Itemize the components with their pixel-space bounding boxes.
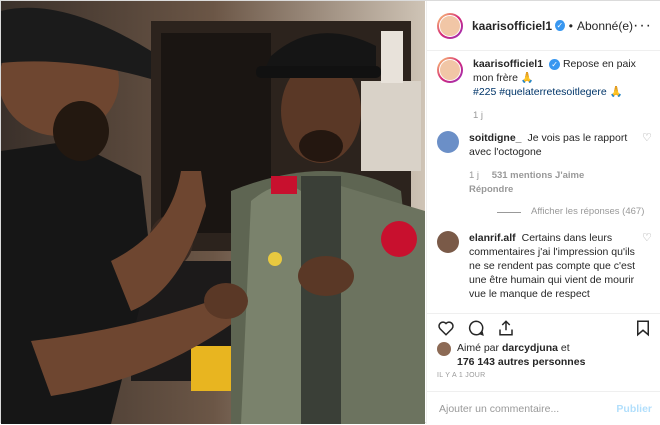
- photo-image: [1, 1, 425, 424]
- heart-icon[interactable]: [437, 319, 455, 337]
- view-replies-button[interactable]: Afficher les réponses (467): [497, 205, 660, 219]
- caption-hashtags[interactable]: #225 #quelaterretesoitlegere: [473, 86, 607, 98]
- caption-age: 1 j: [473, 110, 484, 121]
- post-header: kaarisofficiel1 ✓ • Abonné(e) ···: [427, 1, 660, 51]
- author-username[interactable]: kaarisofficiel1: [472, 19, 552, 33]
- comment-heart-icon[interactable]: ♡: [642, 231, 652, 301]
- liker-username[interactable]: darcydjuna: [502, 342, 558, 354]
- add-comment-bar: Publier: [427, 391, 660, 425]
- comment-meta: 1 j 531 mentions J'aime Répondre: [469, 169, 636, 197]
- caption-avatar[interactable]: [437, 57, 463, 83]
- comment-item: elanrif.alf Certains dans leurs commenta…: [427, 231, 660, 301]
- likes-joiner: et: [560, 342, 570, 354]
- separator-dot: •: [568, 18, 573, 33]
- author-avatar[interactable]: [437, 12, 463, 39]
- reply-button[interactable]: Répondre: [469, 184, 513, 195]
- comments-list: kaarisofficiel1 ✓ Repose en paix mon frèr…: [427, 57, 660, 311]
- publish-button[interactable]: Publier: [616, 403, 652, 415]
- verified-icon: ✓: [555, 20, 565, 31]
- caption-meta: 1 j: [473, 109, 652, 123]
- comment-icon[interactable]: [467, 319, 485, 337]
- view-replies-label: Afficher les réponses (467): [531, 206, 645, 217]
- commenter-avatar[interactable]: [437, 231, 459, 253]
- share-icon[interactable]: [497, 319, 515, 337]
- commenter-avatar[interactable]: [437, 131, 459, 153]
- caption-emoji: 🙏: [520, 72, 534, 84]
- caption: kaarisofficiel1 ✓ Repose en paix mon frèr…: [427, 57, 660, 123]
- verified-icon: ✓: [549, 58, 561, 70]
- comment-item: soitdigne_ Je vois pas le rapport avec l…: [427, 131, 660, 197]
- comment-username[interactable]: elanrif.alf: [469, 232, 516, 244]
- follow-status-button[interactable]: Abonné(e): [577, 19, 633, 33]
- more-icon[interactable]: ···: [633, 17, 652, 35]
- comment-heart-icon[interactable]: ♡: [642, 131, 652, 197]
- comment-input[interactable]: [437, 401, 617, 416]
- post-timestamp[interactable]: IL Y A 1 JOUR: [437, 372, 486, 379]
- post-photo[interactable]: [1, 1, 425, 424]
- hashtag-emoji: 🙏: [609, 86, 623, 98]
- action-bar: [427, 313, 660, 342]
- bookmark-icon[interactable]: [634, 319, 652, 337]
- likes-summary: Aimé par darcydjuna et 176 143 autres pe…: [437, 341, 652, 369]
- comment-age: 1 j: [469, 170, 480, 181]
- caption-username[interactable]: kaarisofficiel1: [473, 58, 543, 70]
- instagram-post: kaarisofficiel1 ✓ • Abonné(e) ··· kaaris…: [0, 0, 660, 424]
- post-sidebar: kaarisofficiel1 ✓ • Abonné(e) ··· kaaris…: [426, 1, 660, 424]
- liker-avatar[interactable]: [437, 342, 451, 356]
- comment-username[interactable]: soitdigne_: [469, 132, 522, 144]
- comment-likes-count[interactable]: 531 mentions J'aime: [492, 170, 585, 181]
- likes-prefix: Aimé par: [457, 342, 500, 354]
- likes-count[interactable]: 176 143 autres personnes: [457, 356, 585, 368]
